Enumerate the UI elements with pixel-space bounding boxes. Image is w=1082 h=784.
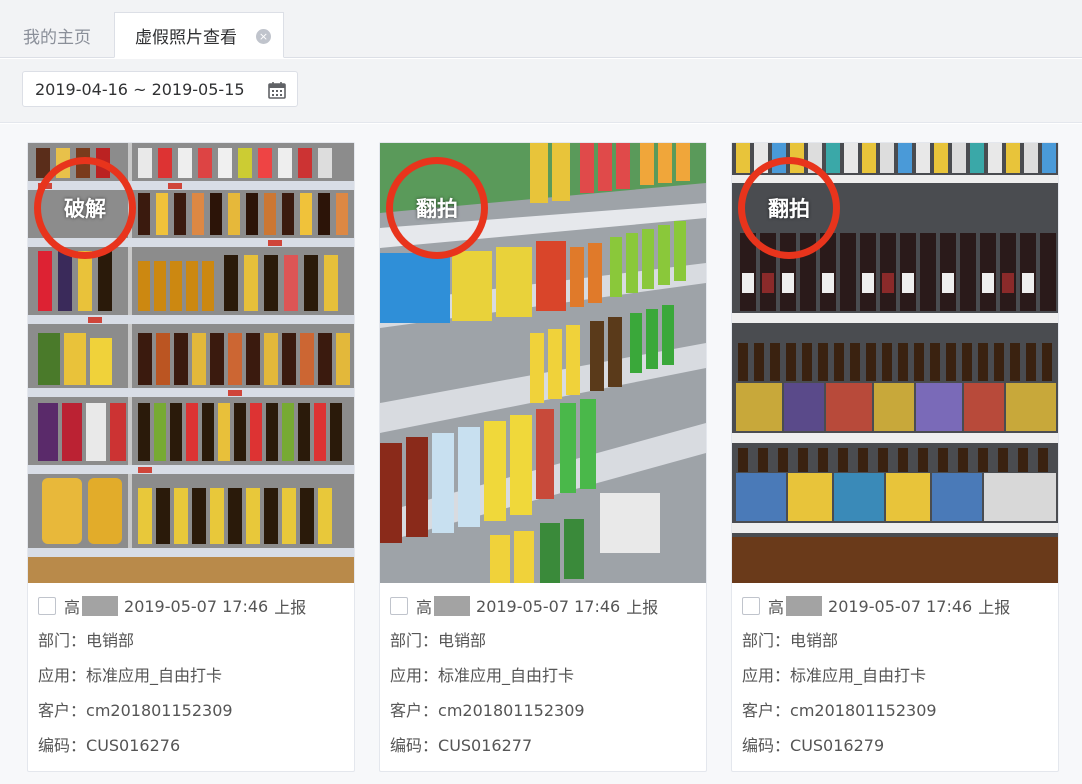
customer-value: cm201801152309 (86, 701, 233, 720)
card-info: 高 2019-05-07 17:46 上报 部门：电销部 应用：标准应用_自由打… (390, 593, 696, 763)
customer-label: 客户： (742, 701, 791, 720)
badge-recapture: 翻拍 (738, 157, 840, 259)
select-checkbox[interactable] (390, 597, 408, 615)
reporter-name: 高 (768, 598, 785, 617)
badge-label: 破解 (64, 197, 106, 221)
reporter-name: 高 (64, 598, 81, 617)
store-shelf-photo[interactable]: 翻拍 (732, 143, 1058, 583)
tab-fake-photo-view-label: 虚假照片查看 (135, 27, 237, 48)
app-value: 标准应用_自由打卡 (438, 666, 575, 685)
tab-fake-photo-view[interactable]: 虚假照片查看 × (114, 12, 284, 58)
customer-value: cm201801152309 (790, 701, 937, 720)
badge-label: 翻拍 (768, 197, 810, 221)
app-label: 应用： (38, 666, 87, 685)
department-label: 部门： (742, 631, 791, 650)
tab-bar: 我的主页 虚假照片查看 × (0, 0, 1082, 58)
photo-grid: 破解 高 2019-05-07 17:46 上报 部门：电销部 应用：标准应用_… (0, 124, 1082, 784)
code-label: 编码： (742, 736, 791, 755)
date-range-picker[interactable]: 2019-04-16 ~ 2019-05-15 (22, 71, 298, 107)
report-action: 上报 (626, 598, 659, 617)
badge-recapture: 翻拍 (386, 157, 488, 259)
report-action: 上报 (274, 598, 307, 617)
reporter-name: 高 (416, 598, 433, 617)
app-label: 应用： (390, 666, 439, 685)
store-shelf-photo[interactable]: 翻拍 (380, 143, 706, 583)
photo-card[interactable]: 翻拍 高 2019-05-07 17:46 上报 部门：电销部 应用：标准应用_… (379, 142, 707, 772)
select-checkbox[interactable] (38, 597, 56, 615)
card-info: 高 2019-05-07 17:46 上报 部门：电销部 应用：标准应用_自由打… (742, 593, 1048, 763)
code-value: CUS016279 (790, 736, 885, 755)
badge-crack: 破解 (34, 157, 136, 259)
calendar-icon[interactable] (267, 80, 287, 100)
code-label: 编码： (390, 736, 439, 755)
report-time: 2019-05-07 17:46 (476, 596, 621, 616)
photo-card[interactable]: 破解 高 2019-05-07 17:46 上报 部门：电销部 应用：标准应用_… (27, 142, 355, 772)
customer-label: 客户： (38, 701, 87, 720)
report-time: 2019-05-07 17:46 (124, 596, 269, 616)
app-value: 标准应用_自由打卡 (790, 666, 927, 685)
badge-label: 翻拍 (416, 197, 458, 221)
department-value: 电销部 (86, 631, 135, 650)
filter-bar: 2019-04-16 ~ 2019-05-15 (0, 59, 1082, 123)
app-label: 应用： (742, 666, 791, 685)
code-value: CUS016277 (438, 736, 533, 755)
report-time: 2019-05-07 17:46 (828, 596, 973, 616)
department-label: 部门： (390, 631, 439, 650)
redacted-name-block (786, 596, 823, 616)
department-value: 电销部 (438, 631, 487, 650)
customer-value: cm201801152309 (438, 701, 585, 720)
department-value: 电销部 (790, 631, 839, 650)
redacted-name-block (434, 596, 471, 616)
select-checkbox[interactable] (742, 597, 760, 615)
card-info: 高 2019-05-07 17:46 上报 部门：电销部 应用：标准应用_自由打… (38, 593, 344, 763)
code-label: 编码： (38, 736, 87, 755)
redacted-name-block (82, 596, 119, 616)
code-value: CUS016276 (86, 736, 181, 755)
photo-card[interactable]: 翻拍 高 2019-05-07 17:46 上报 部门：电销部 应用：标准应用_… (731, 142, 1059, 772)
date-range-value: 2019-04-16 ~ 2019-05-15 (35, 79, 245, 99)
tab-my-home[interactable]: 我的主页 (0, 12, 114, 58)
app-value: 标准应用_自由打卡 (86, 666, 223, 685)
store-shelf-photo[interactable]: 破解 (28, 143, 354, 583)
customer-label: 客户： (390, 701, 439, 720)
department-label: 部门： (38, 631, 87, 650)
close-icon[interactable]: × (256, 29, 271, 44)
report-action: 上报 (978, 598, 1011, 617)
